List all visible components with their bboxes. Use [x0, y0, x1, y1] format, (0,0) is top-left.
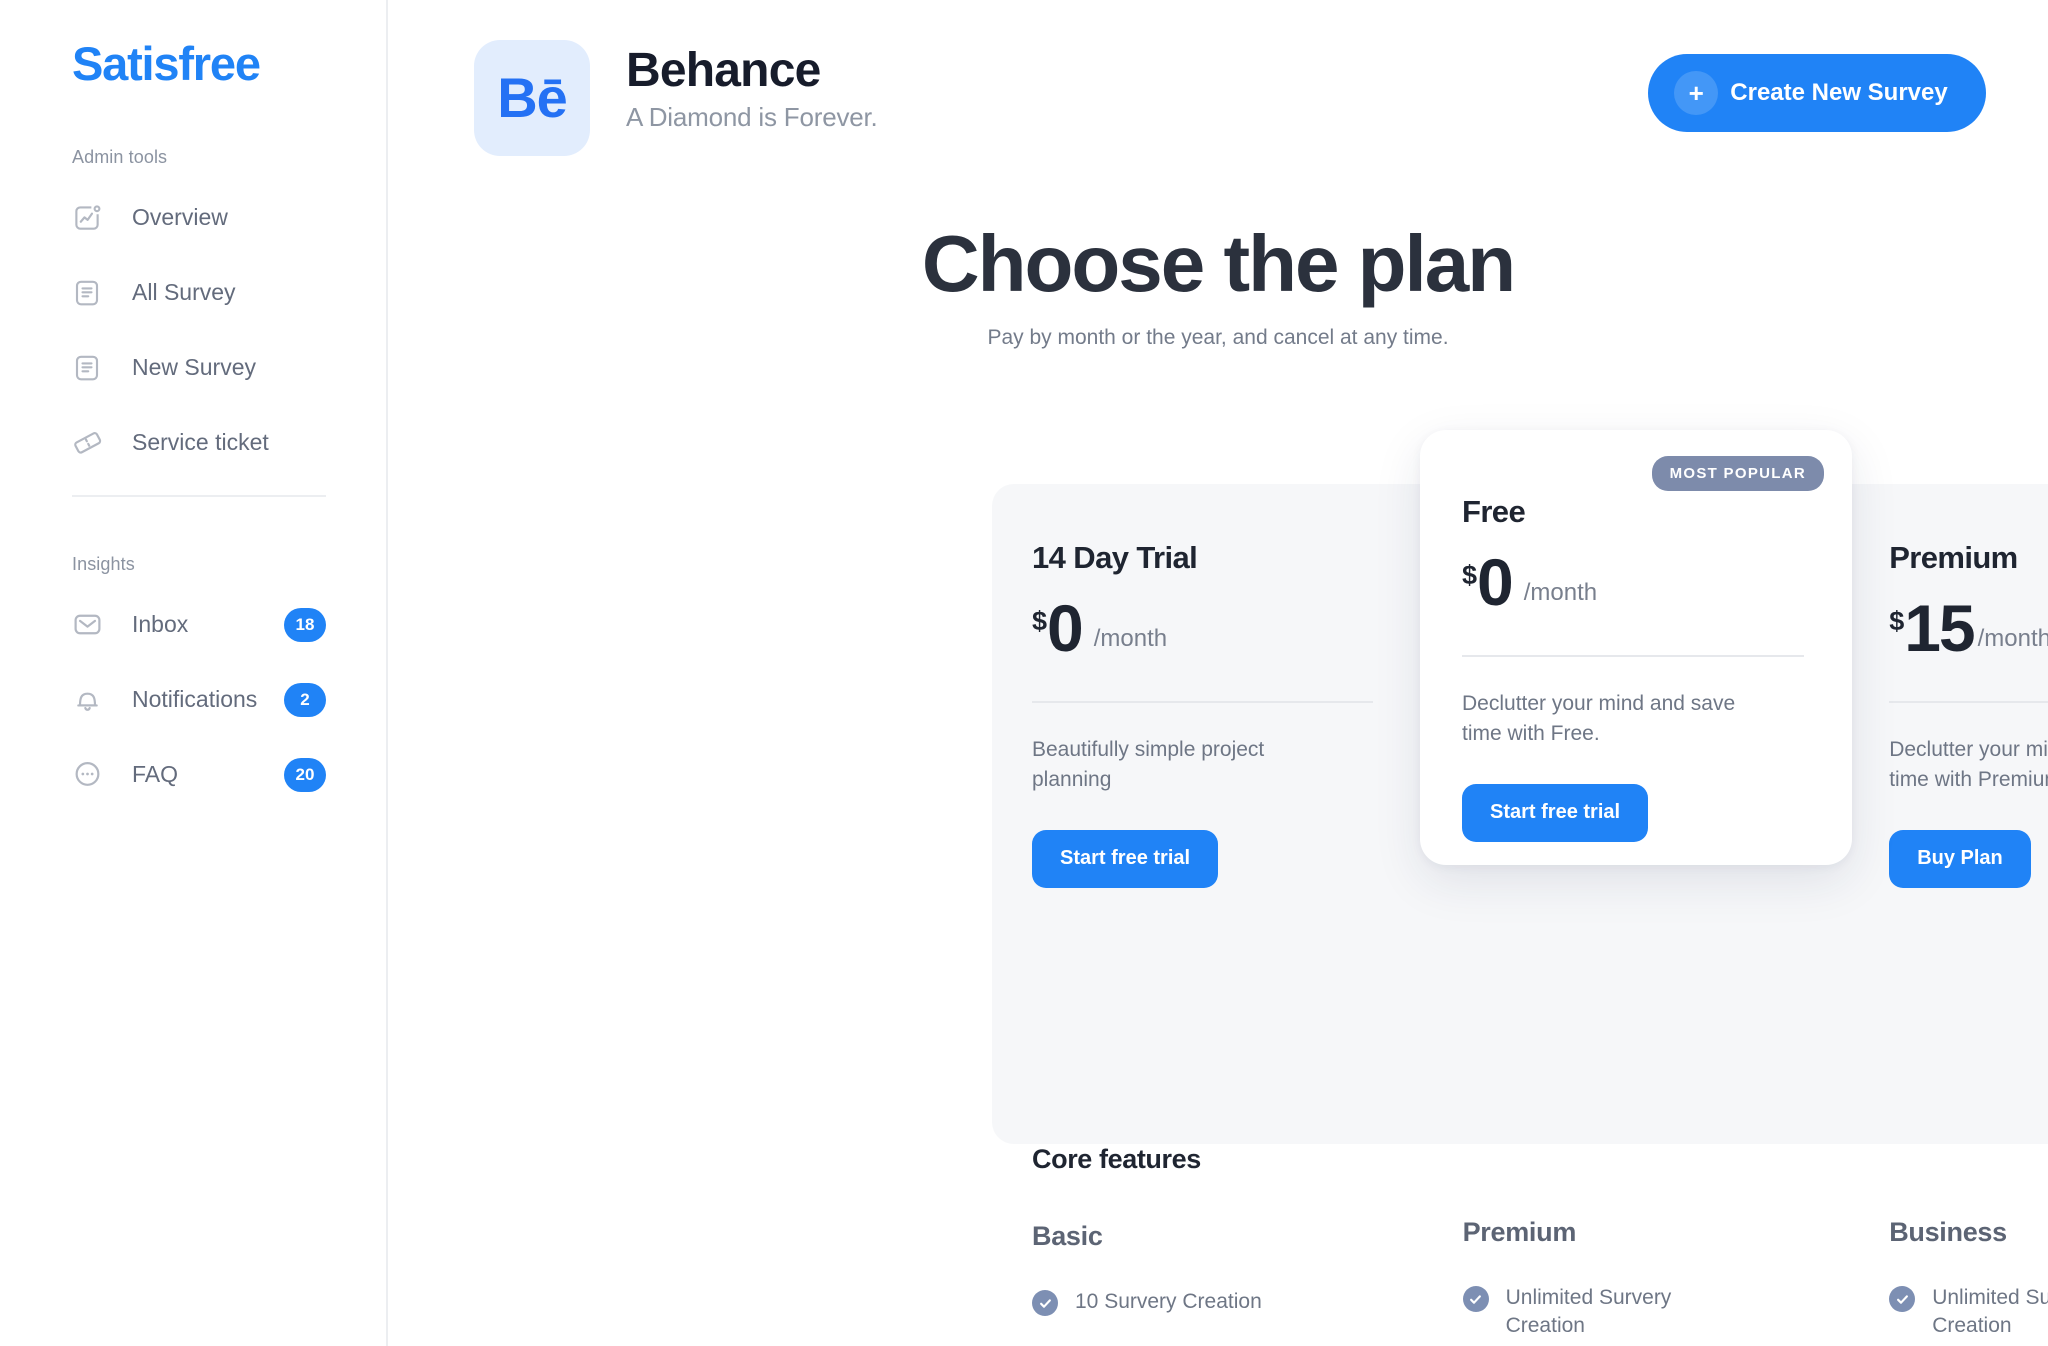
sidebar-divider: [72, 494, 326, 497]
hero-heading: Choose the plan: [921, 219, 1516, 308]
create-new-survey-label: Create New Survey: [1730, 79, 1948, 106]
pricing-section: 14 Day Trial $ 0 /month Beautifully simp…: [388, 430, 2048, 1337]
sidebar-item-label: Notifications: [132, 686, 258, 713]
sidebar-item-label: Inbox: [132, 611, 189, 638]
sidebar-item-label: FAQ: [132, 761, 179, 788]
feature-column-business: Business Unlimited Survery Creation Unli…: [1849, 1144, 2048, 1346]
core-features-title: Core features: [1032, 1144, 1201, 1174]
feature-label: 10 Survery Creation: [1075, 1290, 1262, 1313]
sidebar-item-new-survey[interactable]: New Survey: [0, 340, 386, 396]
feature-group-title: Business: [1889, 1217, 2007, 1247]
sidebar-section-admin-tools: Admin tools: [72, 146, 168, 167]
sidebar-item-inbox[interactable]: Inbox 18: [0, 597, 386, 653]
plan-blurb: Declutter your mind and save time with F…: [1462, 691, 1736, 746]
feature-label: Unlimited Survery Creation: [1932, 1286, 2048, 1337]
plan-divider: [1462, 654, 1804, 657]
hero-section: Choose the plan Pay by month or the year…: [388, 218, 2048, 350]
sidebar-badge-notifications: 2: [284, 682, 326, 717]
feature-item: Unlimited Survery Creation: [1462, 1284, 1850, 1339]
sidebar-badge-inbox: 18: [284, 607, 326, 642]
price-currency: $: [1032, 606, 1048, 636]
price-period: /month: [1977, 624, 2048, 652]
plan-card-premium: Premium $ 15 /month Declutter your mind …: [1849, 484, 2048, 1144]
chat-dots-icon: [70, 758, 104, 792]
page-subtitle: A Diamond is Forever.: [626, 101, 878, 132]
sidebar-section-insights: Insights: [72, 553, 135, 574]
document-list-icon: [70, 351, 104, 385]
feature-column-basic: Core features Basic 10 Survery Creation …: [992, 1144, 1421, 1346]
header-titles: Behance A Diamond is Forever.: [626, 40, 878, 133]
plan-price: $ 0 /month: [1032, 591, 1421, 665]
feature-group-title: Basic: [1032, 1221, 1103, 1251]
sidebar-nav-insights: Inbox 18 Notifications 2 FAQ 20: [0, 597, 386, 803]
sidebar-item-label: Overview: [132, 204, 228, 231]
check-icon: [1032, 1290, 1058, 1316]
features-section: Core features Basic 10 Survery Creation …: [992, 1144, 2048, 1346]
ticket-icon: [70, 426, 104, 460]
price-period: /month: [1523, 578, 1598, 606]
plan-price: $ 0 /month: [1462, 545, 1852, 619]
price-currency: $: [1889, 606, 1905, 636]
app-root: Satisfree Admin tools Overview All Surve…: [0, 0, 2048, 1346]
create-new-survey-button[interactable]: + Create New Survey: [1648, 54, 1986, 132]
price-amount: 15: [1904, 591, 1975, 665]
sidebar-item-label: Service ticket: [132, 429, 269, 456]
plan-action-button-free[interactable]: Start free trial: [1462, 783, 1649, 842]
document-list-icon: [70, 276, 104, 310]
plan-divider: [1889, 700, 2048, 703]
chart-overview-icon: [70, 201, 104, 235]
sidebar: Satisfree Admin tools Overview All Surve…: [0, 0, 388, 1346]
sidebar-item-faq[interactable]: FAQ 20: [0, 747, 386, 803]
main-content: Bē Behance A Diamond is Forever. + Creat…: [388, 0, 2048, 1346]
price-period: /month: [1093, 624, 1168, 652]
plan-blurb: Declutter your mind and save time with P…: [1889, 737, 2048, 792]
plan-price: $ 15 /month: [1889, 591, 2048, 665]
plan-divider: [1032, 700, 1373, 703]
price-amount: 0: [1047, 591, 1084, 665]
page-header: Bē Behance A Diamond is Forever. + Creat…: [388, 0, 2048, 160]
brand-logo[interactable]: Satisfree: [0, 0, 386, 90]
page-title: Behance: [626, 44, 821, 97]
plan-name: 14 Day Trial: [1032, 540, 1198, 575]
bell-icon: [70, 683, 104, 717]
plan-name: Free: [1462, 494, 1526, 529]
sidebar-item-label: All Survey: [132, 279, 236, 306]
plan-name: Premium: [1889, 540, 2018, 575]
feature-item: 10 Survery Creation: [1032, 1288, 1421, 1316]
sidebar-item-label: New Survey: [132, 354, 256, 381]
plan-action-button-premium[interactable]: Buy Plan: [1889, 829, 2031, 888]
sidebar-item-notifications[interactable]: Notifications 2: [0, 672, 386, 728]
sidebar-badge-faq: 20: [284, 757, 326, 792]
feature-group-title: Premium: [1462, 1217, 1577, 1247]
price-amount: 0: [1477, 545, 1514, 619]
plan-card-trial: 14 Day Trial $ 0 /month Beautifully simp…: [992, 484, 1421, 1144]
plan-card-free: MOST POPULAR Free $ 0 /month Declutter y…: [1420, 430, 1852, 865]
feature-column-premium: Premium Unlimited Survery Creation Unlim…: [1421, 1144, 1850, 1346]
mail-icon: [70, 608, 104, 642]
feature-label: Unlimited Survery Creation: [1505, 1286, 1672, 1337]
plus-icon: +: [1674, 71, 1719, 115]
sidebar-item-service-ticket[interactable]: Service ticket: [0, 415, 386, 471]
sidebar-item-overview[interactable]: Overview: [0, 190, 386, 246]
plan-blurb: Beautifully simple project planning: [1032, 737, 1265, 792]
check-icon: [1462, 1286, 1489, 1312]
check-icon: [1889, 1286, 1916, 1312]
behance-logo-icon: Bē: [474, 40, 590, 156]
most-popular-badge: MOST POPULAR: [1651, 456, 1824, 491]
sidebar-nav-admin: Overview All Survey New Survey Service t…: [0, 190, 386, 471]
hero-subheading: Pay by month or the year, and cancel at …: [987, 326, 1449, 349]
sidebar-item-all-survey[interactable]: All Survey: [0, 265, 386, 321]
feature-item: Unlimited Survery Creation: [1889, 1284, 2048, 1339]
price-currency: $: [1462, 560, 1478, 590]
plan-action-button-trial[interactable]: Start free trial: [1032, 829, 1219, 888]
